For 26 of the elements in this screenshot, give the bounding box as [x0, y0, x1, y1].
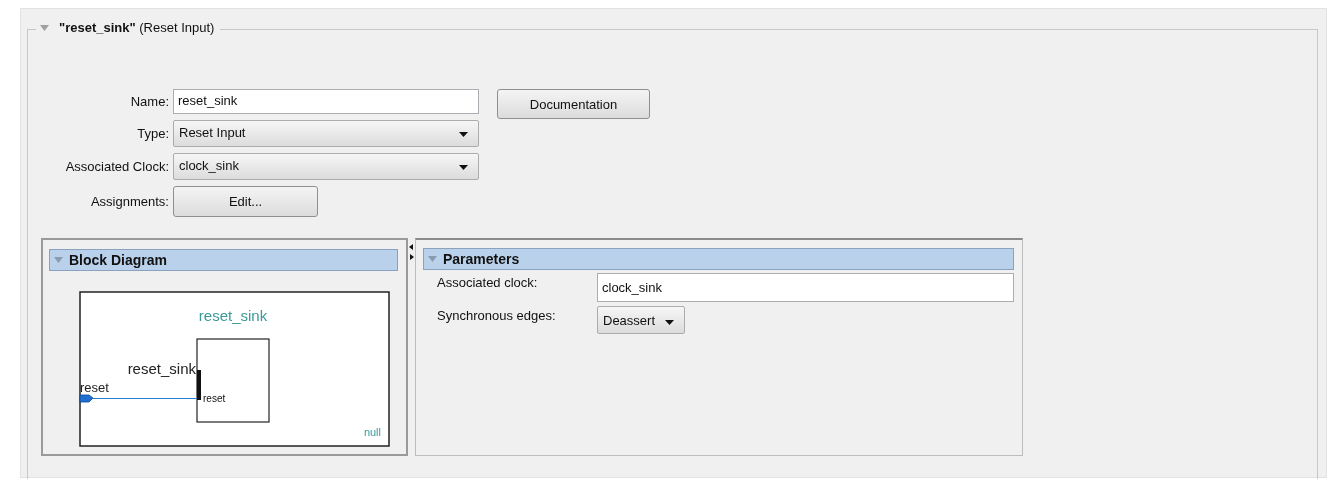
parameter-label: Associated clock: — [437, 274, 539, 290]
collapse-icon[interactable] — [40, 24, 49, 31]
pin-label: reset — [203, 393, 226, 404]
dropdown[interactable]: Reset Input — [173, 120, 479, 147]
edit-button[interactable]: Edit... — [173, 186, 318, 217]
dropdown[interactable]: Deassert — [597, 306, 686, 334]
port-label: reset — [80, 380, 109, 395]
section-header[interactable]: Block Diagram — [49, 249, 398, 271]
documentation-button[interactable]: Documentation — [497, 89, 650, 119]
port-bar — [197, 370, 201, 400]
clock-field[interactable]: clock_sink — [597, 273, 1014, 302]
parameter-label: Synchronous edges: — [437, 307, 557, 323]
dropdown[interactable]: clock_sink — [173, 153, 479, 180]
interface-label: reset_sink — [127, 360, 196, 377]
footer-label: null — [363, 426, 381, 438]
caret-icon — [459, 132, 468, 137]
group-title: "reset_sink" (Reset Input) — [59, 20, 215, 35]
field-label: Associated Clock: — [64, 159, 169, 174]
name-field[interactable]: reset_sink — [173, 89, 479, 114]
field-label: Name: — [129, 94, 169, 109]
caret-icon — [459, 165, 468, 170]
field-label: Assignments: — [89, 194, 169, 209]
section-header[interactable]: Parameters — [423, 248, 1014, 270]
field-label: Type: — [136, 126, 169, 141]
module-title: reset_sink — [198, 307, 268, 324]
caret-icon — [665, 320, 675, 325]
